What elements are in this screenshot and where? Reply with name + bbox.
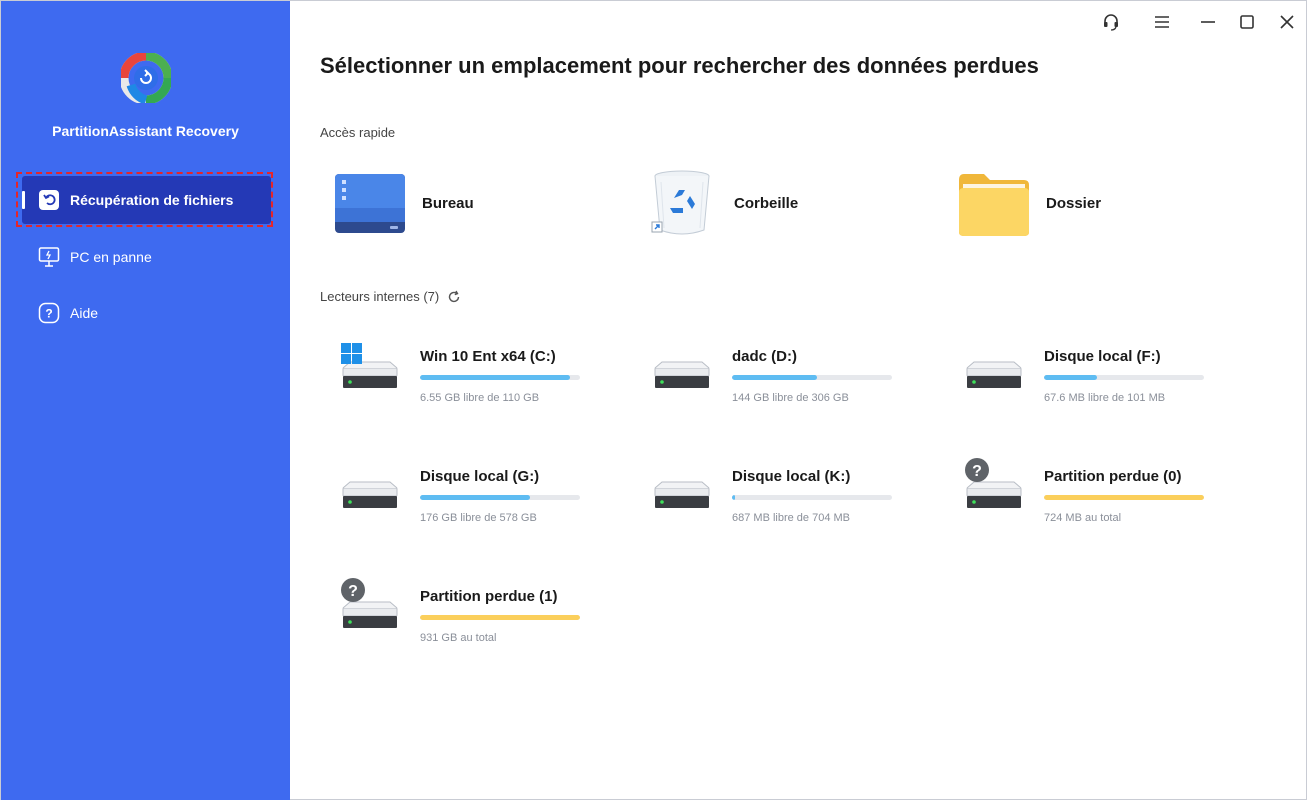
- drive-name: Disque local (F:): [1044, 348, 1161, 365]
- drive-usage-bar: [1044, 375, 1204, 380]
- drive-item[interactable]: Disque local (G:) 176 GB libre de 578 GB: [340, 456, 600, 536]
- lost-partition-icon: ?: [341, 578, 398, 628]
- drive-name: Win 10 Ent x64 (C:): [420, 348, 556, 365]
- page-title: Sélectionner un emplacement pour recherc…: [320, 53, 1039, 78]
- quick-item-label: Bureau: [422, 194, 474, 212]
- drive-info: 724 MB au total: [1044, 512, 1122, 524]
- drive-usage-bar: [732, 495, 892, 500]
- drive-name: Partition perdue (0): [1044, 468, 1182, 485]
- drive-usage-bar: [732, 375, 892, 380]
- drive-name: Disque local (G:): [420, 468, 540, 485]
- drive-info: 931 GB au total: [420, 632, 497, 644]
- maximize-button[interactable]: [1236, 11, 1258, 33]
- close-button[interactable]: [1276, 11, 1298, 33]
- app-logo-icon: [121, 53, 171, 103]
- drive-usage-fill: [420, 375, 571, 380]
- internal-drives-label: Lecteurs internes (7): [320, 289, 440, 304]
- monitor-crash-icon: [38, 246, 60, 268]
- recycle-bin-icon: [646, 168, 718, 238]
- desktop-icon: [334, 168, 406, 238]
- svg-text:?: ?: [45, 307, 52, 321]
- help-circle-icon: ?: [38, 302, 60, 324]
- internal-drives-section-header: Lecteurs internes (7): [320, 289, 461, 304]
- drive-info: 687 MB libre de 704 MB: [732, 512, 851, 524]
- quick-access-label: Accès rapide: [320, 125, 396, 140]
- maximize-icon: [1240, 15, 1254, 29]
- quick-item-label: Dossier: [1046, 194, 1102, 212]
- sidebar-item-label: PC en panne: [70, 249, 152, 265]
- minimize-button[interactable]: [1197, 11, 1219, 33]
- drive-usage-fill: [1044, 495, 1204, 500]
- drive-name: Disque local (K:): [732, 468, 851, 485]
- quick-item-folder[interactable]: Dossier: [958, 168, 1101, 238]
- file-restore-icon: [38, 189, 60, 211]
- drive-usage-fill: [732, 495, 736, 500]
- drive-info: 176 GB libre de 578 GB: [420, 512, 537, 524]
- drive-usage-bar: [420, 615, 580, 620]
- drive-usage-bar: [1044, 495, 1204, 500]
- menu-button[interactable]: [1151, 11, 1173, 33]
- sidebar: PartitionAssistant Recovery Récupération…: [1, 1, 290, 800]
- sidebar-item-pc-crash[interactable]: PC en panne: [22, 233, 271, 281]
- drive-name: dadc (D:): [732, 348, 797, 365]
- quick-item-recycle-bin[interactable]: Corbeille: [646, 168, 798, 238]
- sidebar-item-label: Récupération de fichiers: [70, 192, 234, 208]
- app-window: PartitionAssistant Recovery Récupération…: [0, 0, 1307, 800]
- drive-item[interactable]: dadc (D:) 144 GB libre de 306 GB: [652, 336, 912, 416]
- drive-info: 6.55 GB libre de 110 GB: [420, 392, 540, 404]
- sidebar-item-label: Aide: [70, 305, 99, 321]
- system-drive-icon: [341, 343, 398, 388]
- hard-drive-icon: [654, 361, 710, 388]
- sidebar-item-help[interactable]: ? Aide: [22, 289, 271, 337]
- drive-item[interactable]: ? Partition perdue (0) 724 MB au total: [964, 456, 1224, 536]
- hard-drive-icon: [654, 481, 710, 508]
- drive-usage-fill: [1044, 375, 1097, 380]
- support-button[interactable]: [1100, 11, 1122, 33]
- folder-icon: [958, 168, 1030, 238]
- drive-usage-fill: [420, 495, 531, 500]
- drive-item[interactable]: Disque local (K:) 687 MB libre de 704 MB: [652, 456, 912, 536]
- drive-info: 67.6 MB libre de 101 MB: [1044, 392, 1166, 404]
- sidebar-item-file-recovery[interactable]: Récupération de fichiers: [22, 176, 271, 224]
- quick-item-desktop[interactable]: Bureau: [334, 168, 474, 238]
- drive-item[interactable]: ? Partition perdue (1) 931 GB au total: [340, 576, 600, 656]
- windows-logo-icon: [341, 343, 362, 364]
- menu-icon: [1155, 16, 1169, 28]
- drive-usage-bar: [420, 375, 580, 380]
- headset-support-icon: [1104, 14, 1118, 31]
- quick-item-label: Corbeille: [734, 194, 799, 212]
- minimize-icon: [1201, 21, 1215, 23]
- close-icon: [1280, 15, 1294, 29]
- drive-item[interactable]: Win 10 Ent x64 (C:) 6.55 GB libre de 110…: [340, 336, 600, 416]
- hard-drive-icon: [966, 361, 1022, 388]
- drive-usage-bar: [420, 495, 580, 500]
- hard-drive-icon: [342, 481, 398, 508]
- app-name: PartitionAssistant Recovery: [52, 123, 239, 139]
- refresh-icon[interactable]: [447, 290, 461, 304]
- lost-partition-icon: ?: [965, 458, 1022, 508]
- drive-item[interactable]: Disque local (F:) 67.6 MB libre de 101 M…: [964, 336, 1224, 416]
- drive-usage-fill: [732, 375, 817, 380]
- drive-usage-fill: [420, 615, 580, 620]
- svg-text:?: ?: [972, 463, 982, 480]
- drive-info: 144 GB libre de 306 GB: [732, 392, 849, 404]
- svg-text:?: ?: [348, 583, 358, 600]
- drive-name: Partition perdue (1): [420, 588, 558, 605]
